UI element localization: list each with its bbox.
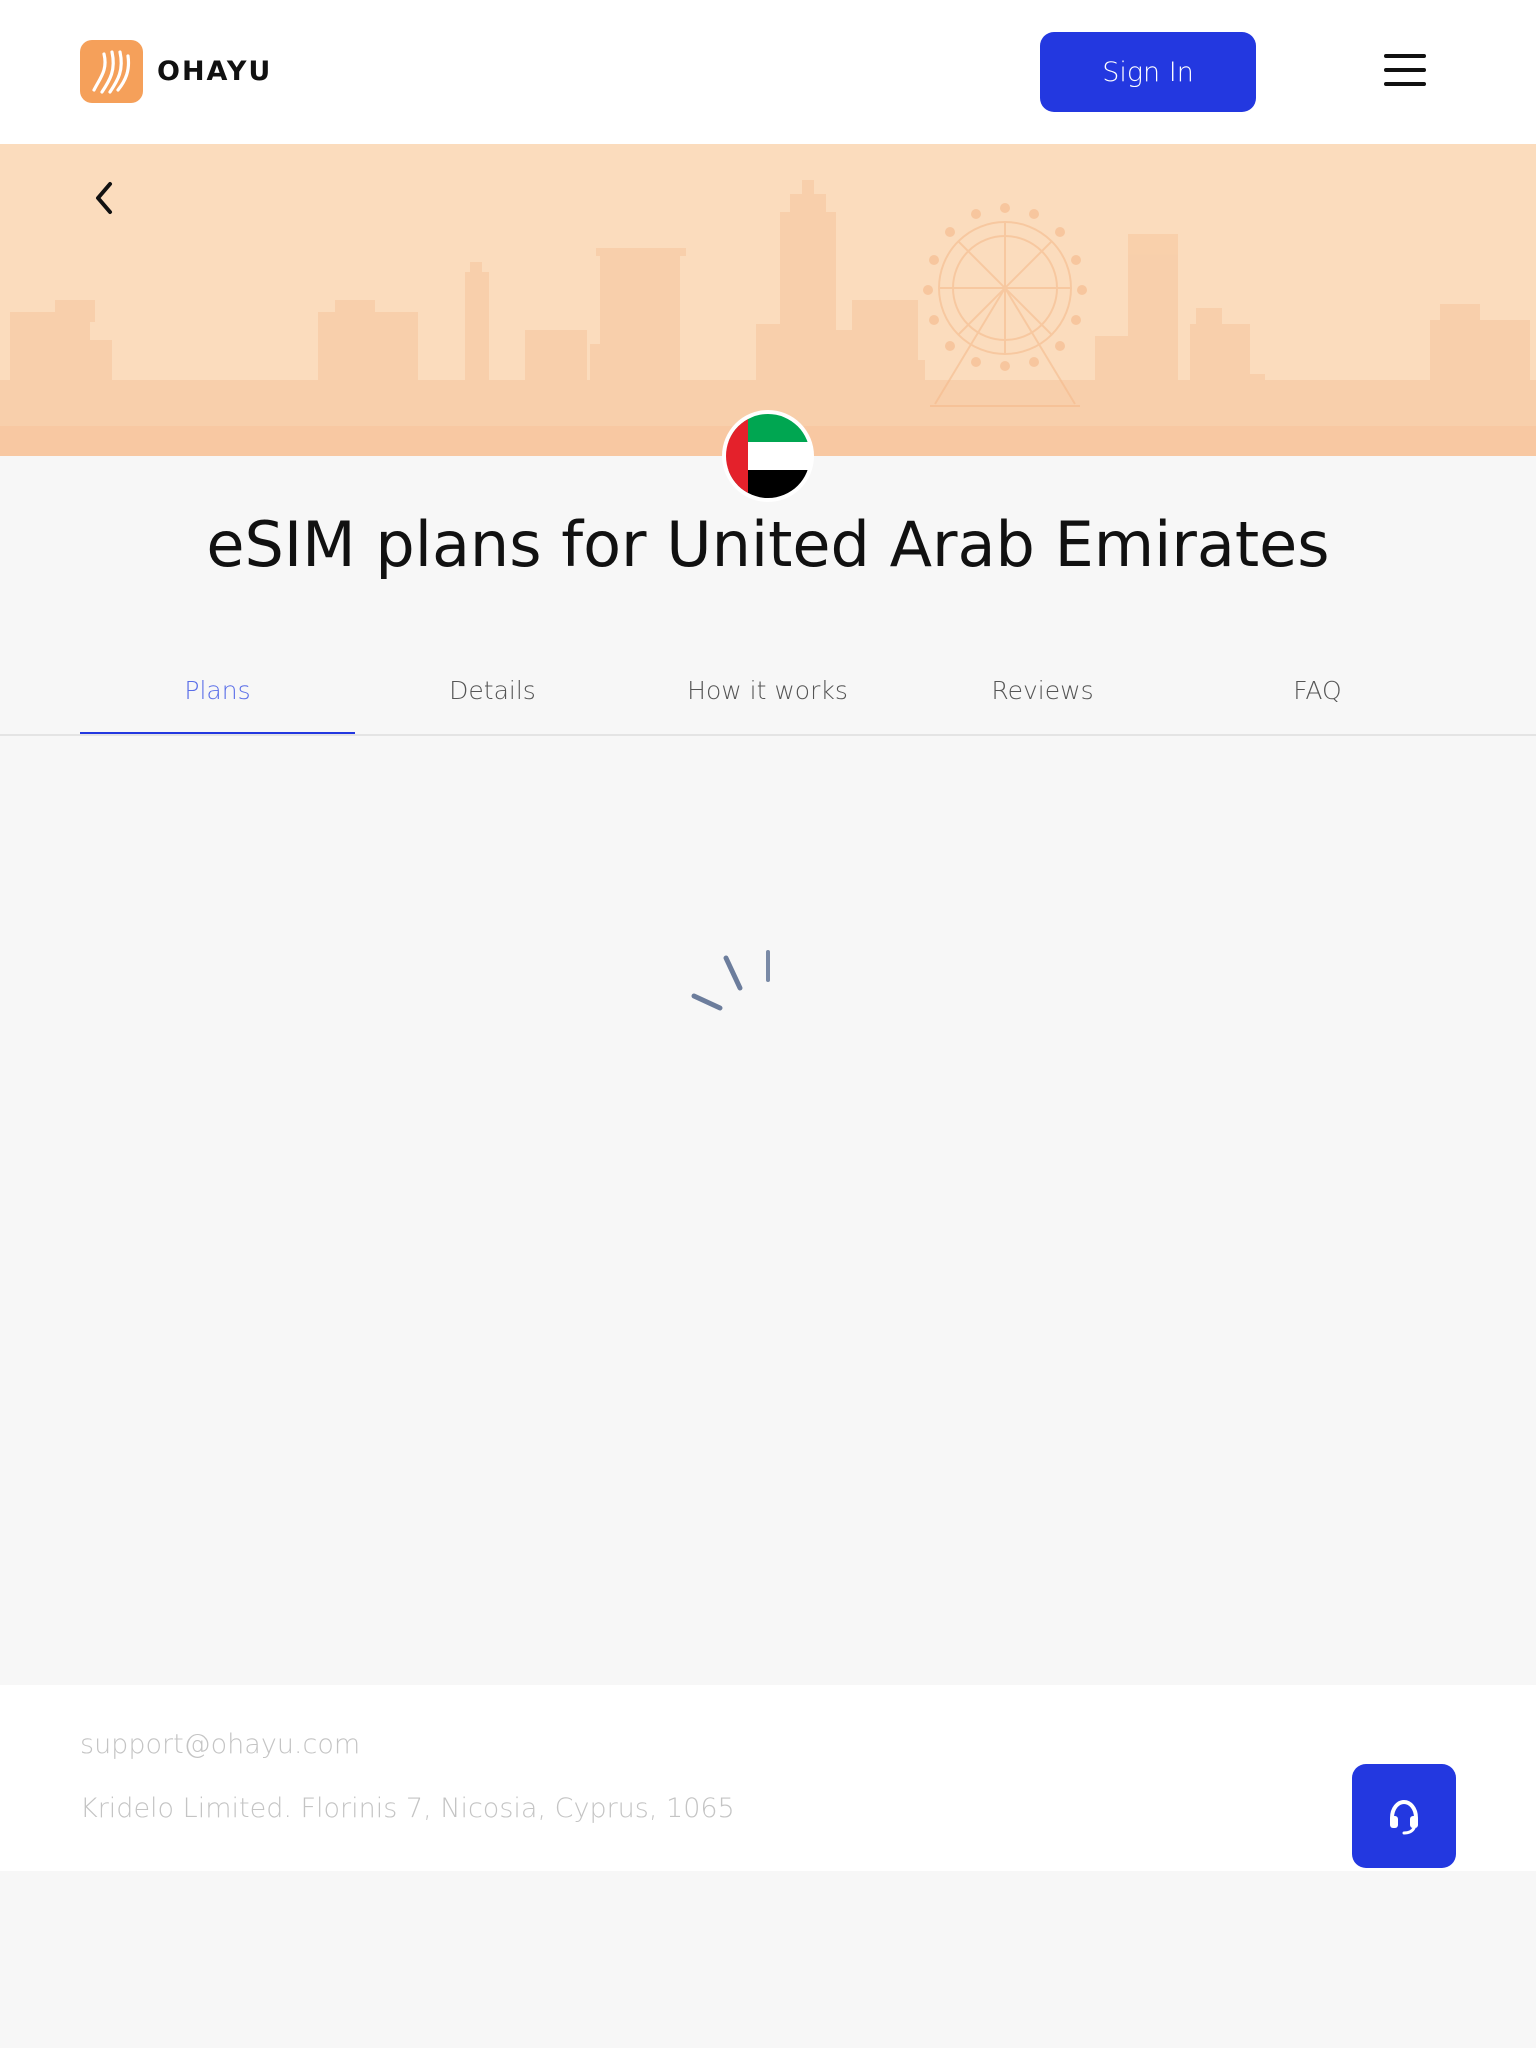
chevron-left-icon [96, 182, 112, 214]
tabs-divider [0, 734, 1536, 736]
uae-flag-icon [726, 414, 810, 498]
support-chat-button[interactable] [1352, 1764, 1456, 1868]
page-footer: support@ohayu.com Kridelo Limited. Flori… [0, 1685, 1536, 1871]
tab-reviews[interactable]: Reviews [905, 660, 1180, 736]
tab-how-it-works[interactable]: How it works [630, 660, 905, 736]
sign-in-button[interactable]: Sign In [1040, 32, 1256, 112]
headset-icon [1390, 1799, 1418, 1835]
country-flag-uae [722, 410, 814, 502]
section-tabs: Plans Details How it works Reviews FAQ [80, 660, 1456, 736]
page-title: eSIM plans for United Arab Emirates [206, 508, 1330, 581]
back-button[interactable] [86, 176, 122, 220]
hamburger-icon[interactable] [1384, 52, 1428, 88]
tab-details[interactable]: Details [355, 660, 630, 736]
logo-text: OHAYU [157, 56, 273, 87]
logo-icon [80, 40, 143, 103]
tab-faq[interactable]: FAQ [1180, 660, 1455, 736]
top-header: OHAYU Sign In [0, 0, 1536, 144]
tab-plans[interactable]: Plans [80, 660, 355, 736]
brand-logo[interactable]: OHAYU [80, 40, 272, 103]
loading-spinner-icon [688, 944, 778, 1014]
support-email-link[interactable]: support@ohayu.com [80, 1729, 360, 1760]
company-address: Kridelo Limited. Florinis 7, Nicosia, Cy… [80, 1793, 735, 1824]
